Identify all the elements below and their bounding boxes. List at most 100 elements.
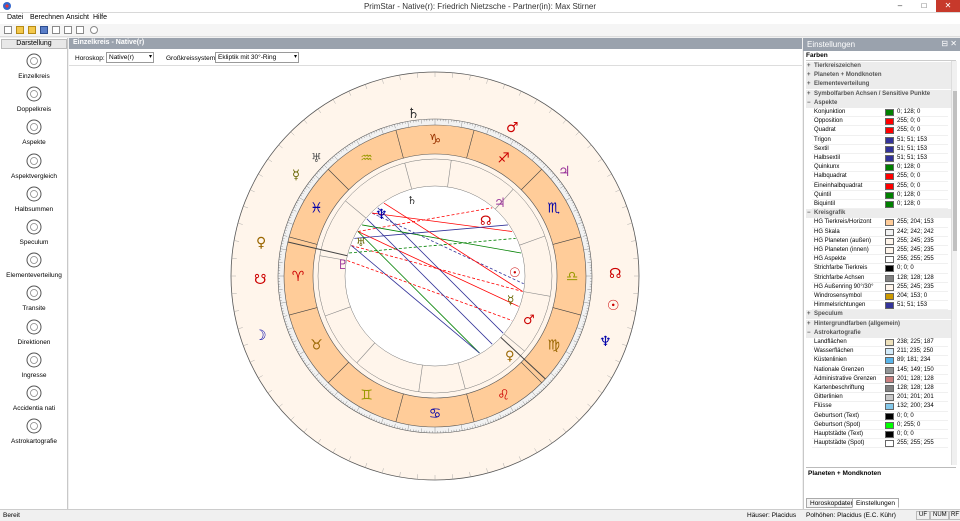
save-icon[interactable] (40, 26, 48, 34)
color-swatch[interactable] (885, 366, 894, 374)
property-row[interactable]: Strichfarbe Achsen 128; 128; 128 (812, 274, 948, 283)
color-swatch[interactable] (885, 302, 894, 310)
color-swatch[interactable] (885, 201, 894, 208)
open-folder-icon[interactable] (16, 26, 24, 34)
scroll-thumb[interactable] (953, 91, 957, 251)
property-row[interactable]: Quintil 0; 128; 0 (812, 191, 948, 200)
collapse-icon[interactable]: − (807, 209, 811, 218)
property-row[interactable]: Biquintil 0; 128; 0 (812, 200, 948, 210)
property-row[interactable]: Halbquadrat 255; 0; 0 (812, 172, 948, 182)
color-swatch[interactable] (885, 256, 894, 264)
color-swatch[interactable] (885, 136, 894, 144)
property-row[interactable]: HG Planeten (außen) 255; 245; 235 (812, 237, 948, 246)
color-swatch[interactable] (885, 431, 894, 438)
property-row[interactable]: Quinkunx 0; 128; 0 (812, 163, 948, 173)
color-swatch[interactable] (885, 173, 894, 181)
color-swatch[interactable] (885, 348, 894, 356)
property-row[interactable]: Sextil 51; 51; 153 (812, 145, 948, 154)
sidebar-item-accidentia-nati[interactable]: Accidentia nati (0, 384, 68, 417)
tab-einstellungen[interactable]: Einstellungen (852, 498, 900, 508)
property-row[interactable]: HG Tierkreis/Horizont 255; 204; 153 (812, 218, 948, 228)
color-swatch[interactable] (885, 127, 894, 135)
expand-icon[interactable]: + (807, 71, 811, 80)
property-row[interactable]: Windrosensymbol 204; 153; 0 (812, 292, 948, 302)
property-row[interactable]: Himmelsrichtungen 51; 51; 153 (812, 301, 948, 311)
color-swatch[interactable] (885, 265, 894, 273)
property-row[interactable]: Landflächen 238; 225; 187 (812, 338, 948, 348)
property-row[interactable]: HG Außenring 90°/30° 255; 245; 235 (812, 283, 948, 292)
close-button[interactable]: ✕ (936, 0, 960, 12)
property-row[interactable]: HG Planeten (innen) 255; 245; 235 (812, 246, 948, 256)
expand-icon[interactable]: + (807, 90, 811, 99)
settings-scrollbar[interactable] (951, 61, 957, 465)
new-file-icon[interactable] (4, 26, 12, 34)
menu-datei[interactable]: Datei (7, 14, 23, 21)
sidebar-item-aspektvergleich[interactable]: Aspektvergleich (0, 152, 68, 185)
sidebar-item-astrokartografie[interactable]: Astrokartografie (0, 417, 68, 450)
horoscope-wheel[interactable]: ♑ ♐ ♏ ♎ ♍ ♌ ♋ ♊ ♉ ♈ ♓ ♒ (69, 66, 802, 509)
property-row[interactable]: Geburtsort (Text) 0; 0; 0 (812, 412, 948, 421)
group-top-1[interactable]: + Planeten + Mondknoten (806, 71, 952, 81)
group-astrokartografie[interactable]: − Astrokartografie (806, 328, 952, 338)
color-swatch[interactable] (885, 247, 894, 254)
menu-ansicht[interactable]: Ansicht (66, 14, 89, 21)
sidebar-item-doppelkreis[interactable]: Doppelkreis (0, 85, 68, 118)
property-row[interactable]: Flüsse 132; 200; 234 (812, 402, 948, 412)
group-aspekte[interactable]: − Aspekte (806, 98, 952, 108)
color-swatch[interactable] (885, 182, 894, 190)
settings-dropdown-icon[interactable] (90, 26, 98, 34)
group-kreisgrafik[interactable]: − Kreisgrafik (806, 209, 952, 219)
color-swatch[interactable] (885, 357, 894, 365)
color-swatch[interactable] (885, 293, 894, 300)
expand-icon[interactable]: + (807, 80, 811, 89)
sidebar-item-halbsummen[interactable]: Halbsummen (0, 185, 68, 218)
color-swatch[interactable] (885, 394, 894, 402)
property-row[interactable]: Eineinhalbquadrat 255; 0; 0 (812, 182, 948, 191)
document-tab[interactable]: Einzelkreis - Native(r) (69, 38, 802, 49)
color-swatch[interactable] (885, 145, 894, 153)
color-swatch[interactable] (885, 339, 894, 346)
group-top-3[interactable]: + Symbolfarben Achsen / Sensitive Punkte (806, 89, 952, 99)
color-swatch[interactable] (885, 191, 894, 199)
collapse-icon[interactable]: − (807, 99, 811, 108)
color-swatch[interactable] (885, 228, 894, 236)
group-top-0[interactable]: + Tierkreiszeichen (806, 62, 952, 71)
group-top-2[interactable]: + Elementeverteilung (806, 80, 952, 90)
property-row[interactable]: Hauptstädte (Spot) 255; 255; 255 (812, 439, 948, 449)
print-icon[interactable] (64, 26, 72, 34)
horoskop-select[interactable]: Native(r) ▾ (106, 52, 154, 63)
color-swatch[interactable] (885, 237, 894, 245)
menu-berechnen[interactable]: Berechnen (30, 14, 64, 21)
sidebar-item-direktionen[interactable]: Direktionen (0, 318, 68, 351)
save-as-icon[interactable] (52, 26, 60, 34)
property-row[interactable]: Quadrat 255; 0; 0 (812, 126, 948, 136)
sidebar-item-speculum[interactable]: Speculum (0, 218, 68, 251)
property-row[interactable]: Geburtsort (Spot) 0; 255; 0 (812, 421, 948, 430)
sidebar-item-transite[interactable]: Transite (0, 284, 68, 317)
preview-icon[interactable] (76, 26, 84, 34)
color-swatch[interactable] (885, 164, 894, 172)
color-swatch[interactable] (885, 412, 894, 420)
menu-hilfe[interactable]: Hilfe (93, 14, 107, 21)
color-swatch[interactable] (885, 440, 894, 448)
color-swatch[interactable] (885, 109, 894, 116)
maximize-button[interactable]: □ (912, 0, 936, 12)
open-recent-icon[interactable] (28, 26, 36, 34)
color-swatch[interactable] (885, 385, 894, 392)
property-row[interactable]: Administrative Grenzen 201; 128; 128 (812, 375, 948, 384)
sidebar-item-einzelkreis[interactable]: Einzelkreis (0, 52, 68, 85)
minimize-button[interactable]: – (888, 0, 912, 12)
property-row[interactable]: Küstenlinien 89; 181; 234 (812, 356, 948, 366)
color-swatch[interactable] (885, 219, 894, 227)
property-row[interactable]: HG Skala 242; 242; 242 (812, 228, 948, 237)
color-swatch[interactable] (885, 155, 894, 162)
color-swatch[interactable] (885, 375, 894, 383)
property-row[interactable]: Kartenbeschriftung 128; 128; 128 (812, 384, 948, 394)
color-swatch[interactable] (885, 283, 894, 291)
expand-icon[interactable]: + (807, 310, 811, 319)
color-swatch[interactable] (885, 118, 894, 126)
property-row[interactable]: Wasserflächen 211; 235; 250 (812, 347, 948, 357)
property-row[interactable]: Nationale Grenzen 145; 149; 150 (812, 366, 948, 375)
tab-horoskopdaten[interactable]: Horoskopdaten (806, 498, 859, 508)
pin-close-icon[interactable]: ⊟ ✕ (941, 39, 957, 48)
